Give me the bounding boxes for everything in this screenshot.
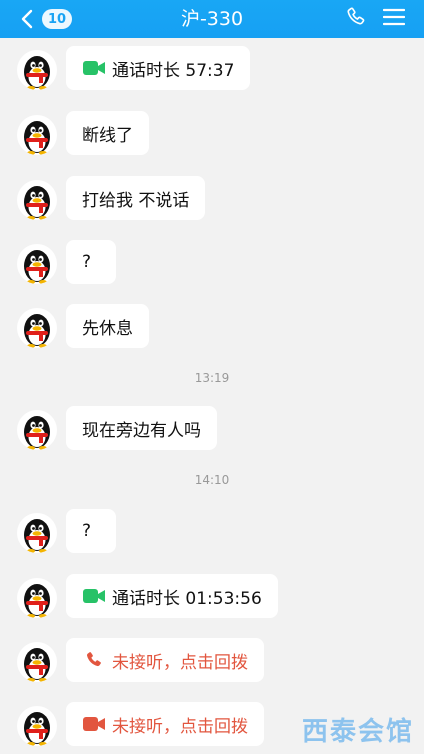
menu-button[interactable] [380,6,408,32]
missed-call-text: 未接听，点击回拨 [112,716,248,737]
avatar[interactable] [17,244,57,284]
chat-header: 10 沪-330 [0,0,424,38]
timestamp: 14:10 [194,473,230,487]
unread-badge: 10 [42,9,73,29]
video-call-icon [82,60,106,76]
message-bubble[interactable]: 打给我 不说话 [66,176,206,220]
avatar[interactable] [17,642,57,682]
message-row: 现在旁边有人吗 [0,406,424,458]
message-bubble[interactable]: ? [66,240,116,284]
message-row: 通话时长 57:37 [0,46,424,98]
message-text: 现在旁边有人吗 [82,420,201,441]
phone-icon [345,6,367,32]
avatar[interactable] [17,706,57,746]
message-bubble[interactable]: ? [66,509,116,553]
penguin-avatar-icon [24,250,50,284]
watermark-logo: 西泰会馆 [301,717,414,747]
menu-icon [382,8,406,30]
message-text: 先休息 [82,318,133,339]
message-row: ? [0,240,424,292]
penguin-avatar-icon [24,584,50,618]
voice-call-button[interactable] [343,6,369,32]
message-text: ? [82,521,92,541]
message-row: ? [0,509,424,561]
penguin-avatar-icon [24,416,50,450]
penguin-avatar-icon [24,648,50,682]
message-bubble[interactable]: 现在旁边有人吗 [66,406,217,450]
message-text: 断线了 [82,125,133,146]
message-text: 打给我 不说话 [82,190,190,211]
avatar[interactable] [17,410,57,450]
chevron-left-icon [16,8,38,30]
video-call-icon [82,588,106,604]
penguin-avatar-icon [24,712,50,746]
penguin-avatar-icon [24,186,50,220]
message-text: ? [82,252,92,272]
avatar[interactable] [17,578,57,618]
message-row: 未接听，点击回拨 [0,638,424,690]
message-row: 断线了 [0,111,424,163]
call-record-bubble[interactable]: 通话时长 01:53:56 [66,574,278,618]
call-duration-text: 通话时长 01:53:56 [112,588,262,609]
penguin-avatar-icon [24,121,50,155]
missed-video-icon [82,716,106,732]
avatar[interactable] [17,180,57,220]
back-button[interactable]: 10 [16,0,73,38]
message-bubble[interactable]: 断线了 [66,111,149,155]
missed-call-bubble[interactable]: 未接听，点击回拨 [66,702,264,746]
message-row: 打给我 不说话 [0,176,424,228]
penguin-avatar-icon [24,56,50,90]
avatar[interactable] [17,115,57,155]
penguin-avatar-icon [24,314,50,348]
message-row: 先休息 [0,304,424,356]
avatar[interactable] [17,513,57,553]
missed-phone-icon [82,652,106,668]
avatar[interactable] [17,50,57,90]
timestamp: 13:19 [194,371,230,385]
penguin-avatar-icon [24,519,50,553]
call-duration-text: 通话时长 57:37 [112,60,235,81]
message-row: 通话时长 01:53:56 [0,574,424,626]
missed-call-bubble[interactable]: 未接听，点击回拨 [66,638,264,682]
message-bubble[interactable]: 先休息 [66,304,149,348]
call-record-bubble[interactable]: 通话时长 57:37 [66,46,251,90]
missed-call-text: 未接听，点击回拨 [112,652,248,673]
avatar[interactable] [17,308,57,348]
